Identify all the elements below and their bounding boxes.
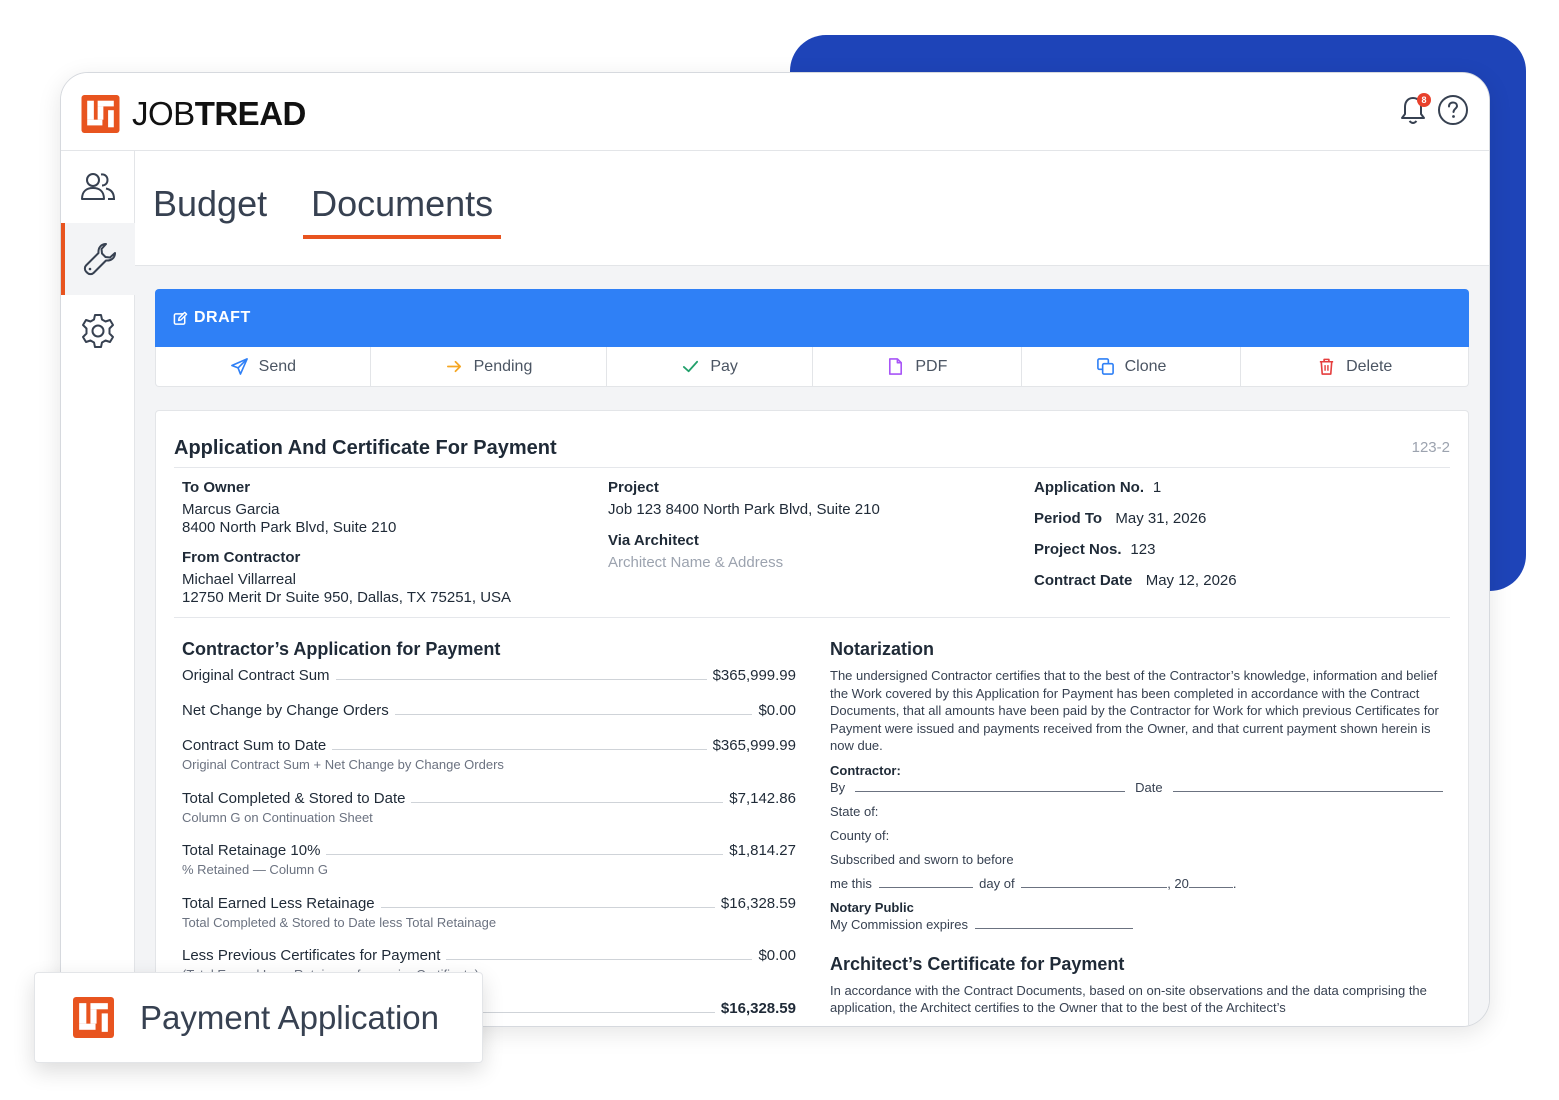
file-icon <box>889 358 903 375</box>
commission-line: My Commission expires <box>830 917 1450 932</box>
year-field[interactable] <box>1188 876 1233 888</box>
signature-line: By Date <box>830 780 1450 795</box>
state-label: State of: <box>830 803 879 819</box>
county-label: County of: <box>830 827 890 843</box>
status-bar: DRAFT <box>155 289 1469 347</box>
payment-application-card: Payment Application <box>34 972 483 1063</box>
arrow-right-icon <box>446 360 461 373</box>
project-value: Job 123 8400 North Park Blvd, Suite 210 <box>608 501 880 518</box>
divider <box>174 617 1450 618</box>
owner-name: Marcus Garcia <box>182 501 280 518</box>
date-field[interactable] <box>1172 780 1443 792</box>
project-nos-label: Project Nos. <box>1034 541 1122 558</box>
feature-card-label: Payment Application <box>140 998 440 1036</box>
application-meta: Application No. 1 Period To May 31, 2026… <box>1034 479 1434 590</box>
project-block: Project Job 123 8400 North Park Blvd, Su… <box>608 479 1008 572</box>
send-button[interactable]: Send <box>156 347 371 386</box>
contractor-address: 12750 Merit Dr Suite 950, Dallas, TX 752… <box>182 589 512 606</box>
gear-icon <box>82 314 114 348</box>
application-no-label: Application No. <box>1034 479 1144 496</box>
jobtread-logo-icon <box>73 997 114 1038</box>
from-contractor-label: From Contractor <box>182 549 301 566</box>
payment-application-document: Application And Certificate For Payment … <box>155 410 1469 1026</box>
pay-button[interactable]: Pay <box>607 347 813 386</box>
jobtread-logo-icon <box>81 95 120 133</box>
page-tabs: Budget Documents <box>153 183 502 239</box>
help-button[interactable] <box>1437 94 1469 126</box>
signature-field[interactable] <box>855 780 1126 792</box>
trash-icon <box>1319 358 1334 375</box>
contract-date: May 12, 2026 <box>1145 572 1237 589</box>
check-icon <box>683 360 699 373</box>
project-label: Project <box>608 479 659 496</box>
application-heading: Contractor’s Application for Payment <box>182 639 501 659</box>
pdf-button[interactable]: PDF <box>813 347 1022 386</box>
notarization-section: Notarization The undersigned Contractor … <box>830 639 1450 1017</box>
help-icon <box>1438 95 1468 125</box>
contractor-sign-label: Contractor: <box>830 762 901 778</box>
sidebar-item-tools[interactable] <box>61 223 135 295</box>
application-no: 1 <box>1152 479 1162 496</box>
sidebar-item-settings[interactable] <box>61 295 135 367</box>
edit-icon <box>173 311 188 325</box>
app-window: JOBTREAD 8 Budget Documents DRAFT Send P… <box>60 72 1490 1027</box>
pending-button[interactable]: Pending <box>371 347 608 386</box>
architect-certificate-body: In accordance with the Contract Document… <box>830 982 1427 1016</box>
sidebar-item-users[interactable] <box>61 151 135 223</box>
divider <box>174 467 1450 468</box>
contract-date-label: Contract Date <box>1034 572 1133 589</box>
period-to: May 31, 2026 <box>1115 510 1207 527</box>
contractor-name: Michael Villarreal <box>182 571 296 588</box>
fin-row-original-sum: Original Contract Sum $365,999.99 <box>182 667 796 684</box>
notarization-heading: Notarization <box>830 639 935 659</box>
tab-budget[interactable]: Budget <box>153 183 267 239</box>
document-actions: Send Pending Pay PDF Clone Delete <box>155 347 1469 387</box>
logo-text: JOBTREAD <box>132 95 306 132</box>
fin-row-net-change: Net Change by Change Orders $0.00 <box>182 702 796 719</box>
via-architect-label: Via Architect <box>608 532 699 549</box>
owner-address: 8400 North Park Blvd, Suite 210 <box>182 519 397 536</box>
clone-button[interactable]: Clone <box>1022 347 1242 386</box>
notarization-body: The undersigned Contractor certifies tha… <box>830 668 1439 753</box>
fin-row-total-retainage: Total Retainage 10% $1,814.27 % Retained … <box>182 842 796 877</box>
project-nos: 123 <box>1130 541 1156 558</box>
wrench-icon <box>83 243 116 276</box>
month-field[interactable] <box>1021 876 1168 888</box>
subscribed-label: Subscribed and sworn to before <box>830 851 1014 867</box>
to-owner-label: To Owner <box>182 479 251 496</box>
day-field[interactable] <box>878 876 973 888</box>
owner-contractor-block: To Owner Marcus Garcia 8400 North Park B… <box>182 479 582 607</box>
fin-row-contract-sum-to-date: Contract Sum to Date $365,999.99 Original… <box>182 737 796 772</box>
top-bar: JOBTREAD 8 <box>61 73 1489 151</box>
delete-button[interactable]: Delete <box>1241 347 1468 386</box>
document-id: 123-2 <box>1411 439 1450 456</box>
users-icon <box>81 173 116 200</box>
notifications-button[interactable]: 8 <box>1397 93 1431 127</box>
jobtread-logo[interactable]: JOBTREAD <box>81 95 306 133</box>
sidebar <box>61 151 135 1026</box>
status-label: DRAFT <box>194 309 251 326</box>
architect-certificate-heading: Architect’s Certificate for Payment <box>830 953 1125 974</box>
notification-badge: 8 <box>1417 93 1431 107</box>
notary-public-label: Notary Public <box>830 899 914 915</box>
tab-documents[interactable]: Documents <box>303 183 502 239</box>
send-icon <box>230 358 248 375</box>
fin-row-total-earned: Total Earned Less Retainage $16,328.59 To… <box>182 895 796 930</box>
sworn-date-line: me this day of , 20. <box>830 875 1237 891</box>
period-to-label: Period To <box>1034 510 1103 527</box>
fin-row-total-completed: Total Completed & Stored to Date $7,142.8… <box>182 790 796 825</box>
commission-field[interactable] <box>974 917 1133 929</box>
clone-icon <box>1096 358 1114 375</box>
document-title: Application And Certificate For Payment <box>174 437 557 459</box>
architect-placeholder[interactable]: Architect Name & Address <box>608 554 1008 572</box>
